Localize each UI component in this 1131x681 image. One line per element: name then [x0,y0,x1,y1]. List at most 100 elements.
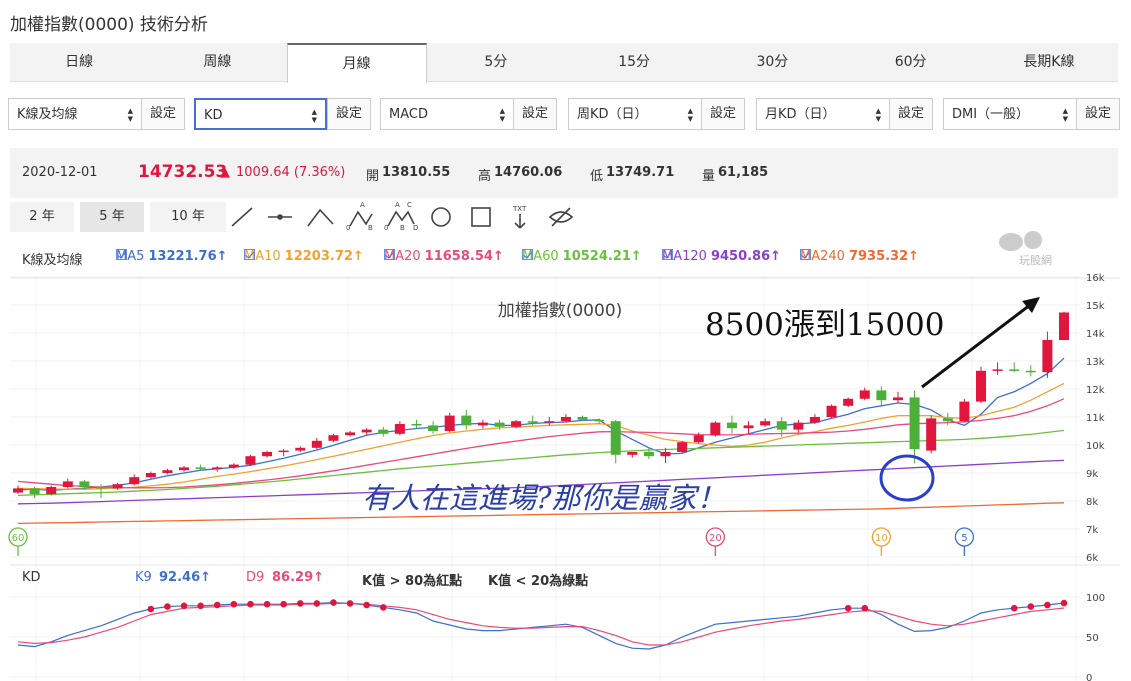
y-tick-label: 13k [1086,357,1105,368]
kd-red-dot [363,601,370,609]
candle-body [278,450,289,453]
kd-y-tick: 0 [1086,673,1092,681]
candle-body [262,452,273,457]
candle [726,415,737,434]
kd-red-dot [330,599,337,606]
candle [328,433,339,443]
candle-body [79,481,90,487]
kd-y-tick: 100 [1086,593,1105,604]
kd-red-dot [247,600,254,608]
y-tick-label: 8k [1086,497,1098,508]
candle [62,478,73,489]
candle [1009,362,1020,373]
candle [13,485,23,494]
candle-body [577,417,588,420]
kd-red-dot [280,600,287,608]
candle [1059,311,1069,340]
kd-red-dot [844,604,852,612]
candle-body [228,464,239,468]
kd-red-dot [1027,603,1035,610]
kd-red-dot [1044,601,1051,609]
candle [743,421,754,434]
ma-marker-60: 60 [8,527,28,556]
candle [826,404,837,419]
candle-body [1042,340,1053,373]
candle-body [145,473,156,478]
candle [975,366,986,403]
candle-body [394,424,405,434]
candle [610,419,621,464]
y-tick-label: 10k [1086,441,1105,452]
y-tick-label: 16k [1086,273,1105,284]
candle-body [345,432,356,436]
candle [444,412,455,433]
candle-body [975,370,986,402]
ma-marker-10: 10 [871,527,892,556]
ma-marker-5: 5 [954,527,975,556]
candle-body [892,397,903,401]
candle [892,391,903,403]
candle [942,412,953,426]
candle-body [361,429,372,433]
candle-body [959,401,970,422]
candle-body [710,422,721,436]
kd-note-green: K值 < 20為綠點 [488,574,589,589]
kd-red-dot [346,600,354,607]
chart-title: 加權指數(0000) [498,301,623,321]
kd-red-dot [313,600,321,607]
candle-body [992,369,1003,371]
candle-body [876,390,887,401]
kd-red-dot [180,602,188,610]
candle-body [643,452,654,457]
marker-label: 60 [12,533,25,544]
candle-body [328,435,339,441]
kd-red-dot [213,601,221,609]
kd-note-red: K值 > 80為紅點 [362,574,463,589]
ma-marker-20: 20 [705,527,725,556]
candle [477,419,488,429]
candle [1042,331,1053,378]
candle-body [693,435,704,443]
candle [959,398,970,423]
candle-body [411,424,422,426]
candle-body [162,470,173,473]
candle-body [112,484,123,489]
candle-body [378,429,389,434]
candle-body [461,415,472,426]
candle [677,440,688,454]
marker-label: 5 [961,533,967,544]
candle [809,414,820,424]
candle-body [527,421,538,423]
candle-body [13,488,23,493]
kd-red-dot [230,600,238,608]
candle [162,468,173,475]
candle [428,421,439,434]
candle-body [444,415,455,431]
y-tick-label: 7k [1086,525,1098,536]
candle-body [1009,369,1020,371]
candle-body [942,418,953,422]
candle [245,454,256,466]
candle-body [96,487,107,489]
candle [1025,365,1036,377]
kd-red-dot [296,600,304,607]
candle [461,410,472,430]
k9-value: 92.46↑ [159,570,212,585]
candle [378,426,389,437]
candle-body [295,447,306,451]
candle-body [62,481,73,487]
candle-body [29,488,40,494]
candle [909,390,920,464]
candle [46,485,57,496]
candle [710,421,721,437]
candle-body [494,422,505,427]
candle [295,446,306,452]
kd-red-dot [1060,599,1068,607]
kd-y-tick: 50 [1086,633,1099,644]
candle-body [311,440,322,448]
candle [129,474,140,486]
y-tick-label: 12k [1086,385,1105,396]
candle-body [511,421,522,427]
candle-body [843,398,854,406]
candle-body [129,477,140,485]
